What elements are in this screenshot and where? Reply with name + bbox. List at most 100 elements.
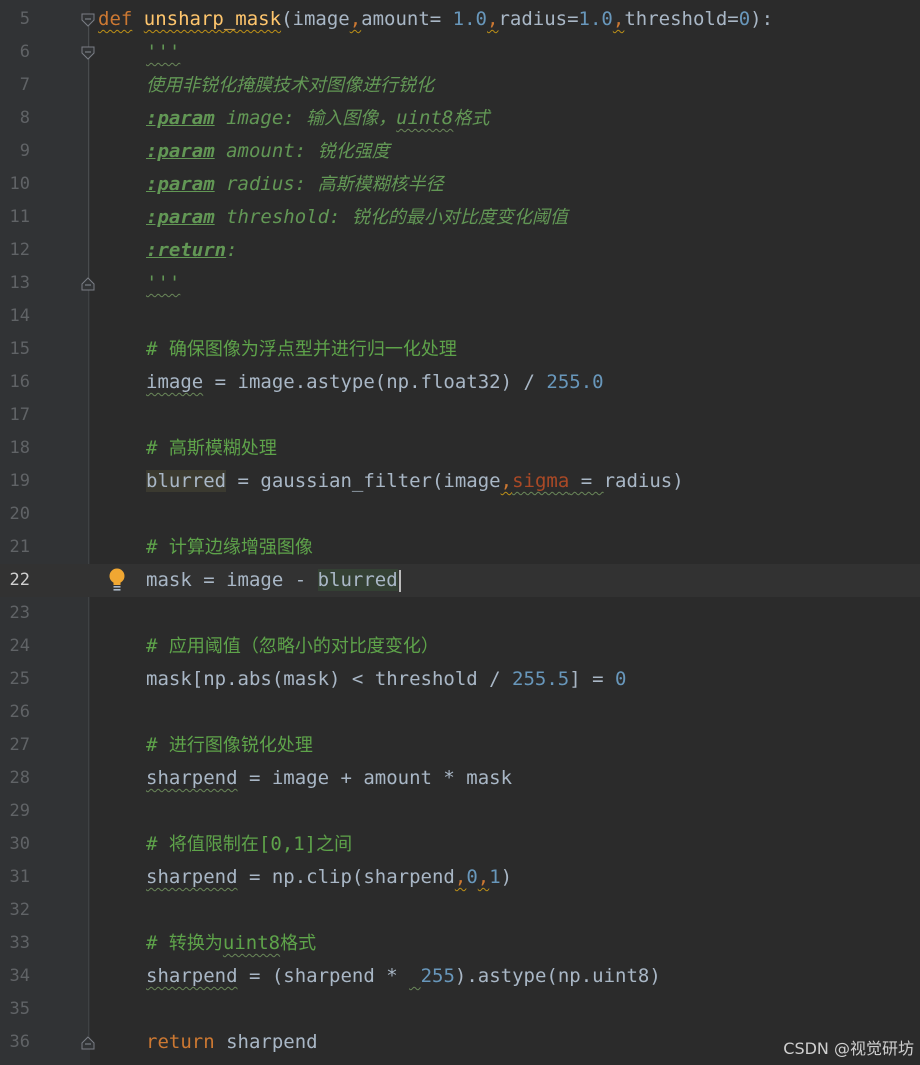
code-line-12[interactable]: 12 :return: [0,234,920,267]
code-line-19[interactable]: 19 blurred = gaussian_filter(image,sigma… [0,465,920,498]
code-line-21[interactable]: 21 # 计算边缘增强图像 [0,531,920,564]
token: radius) [603,470,684,492]
number: 1 [489,866,501,888]
docstring-tag: :param [146,107,215,129]
code-line-10[interactable]: 10 :param radius: 高斯模糊核半径 [0,168,920,201]
line-number: 13 [9,273,30,293]
code-text: :param amount: 锐化强度 [98,135,390,168]
comment-hash: # [146,833,169,855]
token: = (sharpend * [237,965,410,987]
code-line-36[interactable]: 36 return sharpend [0,1026,920,1059]
code-line-17[interactable]: 17 [0,399,920,432]
code-line-5[interactable]: 5 def unsharp_mask(image,amount= 1.0,rad… [0,3,920,36]
token: , [477,866,490,888]
docstring-param: amount: [214,140,318,162]
code-line-22[interactable]: 22 mask = image - blurred [0,564,920,597]
token: = [569,470,604,492]
comment-text: 高斯模糊处理 [168,438,277,459]
code-line-26[interactable]: 26 [0,696,920,729]
token: , [500,470,513,492]
code-line-7[interactable]: 7 使用非锐化掩膜技术对图像进行锐化 [0,69,920,102]
code-line-18[interactable]: 18 # 高斯模糊处理 [0,432,920,465]
code-line-31[interactable]: 31 sharpend = np.clip(sharpend,0,1) [0,861,920,894]
code-text: # 计算边缘增强图像 [98,531,313,564]
code-line-20[interactable]: 20 [0,498,920,531]
code-line-27[interactable]: 27 # 进行图像锐化处理 [0,729,920,762]
line-number: 24 [9,636,30,656]
token: blurred [317,569,398,591]
docstring-tag: :param [146,206,215,228]
docstring-quote: ''' [146,41,181,63]
line-number: 14 [9,306,30,326]
code-line-35[interactable]: 35 [0,993,920,1026]
code-text: ''' [98,36,180,69]
line-number: 18 [9,438,30,458]
token: mask = image - [146,569,318,591]
keyword-return: return [146,1031,215,1053]
code-text: return sharpend [98,1026,318,1059]
token: (image [281,8,350,30]
code-text: mask[np.abs(mask) < threshold / 255.5] =… [98,663,626,696]
code-editor[interactable]: 5 def unsharp_mask(image,amount= 1.0,rad… [0,0,920,1065]
code-line-25[interactable]: 25 mask[np.abs(mask) < threshold / 255.5… [0,663,920,696]
code-line-9[interactable]: 9 :param amount: 锐化强度 [0,135,920,168]
fold-icon[interactable] [81,46,95,60]
code-text: # 应用阈值（忽略小的对比度变化） [98,630,439,663]
code-line-28[interactable]: 28 sharpend = image + amount * mask [0,762,920,795]
line-number: 25 [9,669,30,689]
docstring-param: threshold: [214,206,352,228]
line-number: 36 [9,1032,30,1052]
fold-icon[interactable] [81,1036,95,1050]
line-number: 11 [9,207,30,227]
token: = gaussian_filter(image [226,470,501,492]
token: image [146,371,204,393]
code-line-29[interactable]: 29 [0,795,920,828]
number: 0 [466,866,478,888]
code-line-8[interactable]: 8 :param image: 输入图像，uint8格式 [0,102,920,135]
number: 255 [420,965,455,987]
docstring-tag: :return [146,239,227,261]
code-line-30[interactable]: 30 # 将值限制在[0,1]之间 [0,828,920,861]
line-number: 16 [9,372,30,392]
line-number: 17 [9,405,30,425]
code-line-13[interactable]: 13 ''' [0,267,920,300]
comment-hash: # [146,536,169,558]
token: = image.astype(np.float32) / [203,371,547,393]
token: ) [500,866,513,888]
code-line-24[interactable]: 24 # 应用阈值（忽略小的对比度变化） [0,630,920,663]
code-text: ''' [98,267,180,300]
docstring-text: 锐化强度 [317,141,390,162]
fold-icon[interactable] [81,13,95,27]
docstring-text: 高斯模糊核半径 [317,174,444,195]
docstring-text: 输入图像， [306,108,397,129]
code-line-15[interactable]: 15 # 确保图像为浮点型并进行归一化处理 [0,333,920,366]
line-number: 33 [9,933,30,953]
code-text: :param image: 输入图像，uint8格式 [98,102,489,135]
code-line-34[interactable]: 34 sharpend = (sharpend * 255).astype(np… [0,960,920,993]
line-number: 19 [9,471,30,491]
line-number: 29 [9,801,30,821]
token: sharpend [146,965,238,987]
token: = image + amount * mask [237,767,513,789]
code-line-6[interactable]: 6 ''' [0,36,920,69]
number: 0 [615,668,627,690]
token: 0 [738,8,751,30]
code-line-16[interactable]: 16 image = image.astype(np.float32) / 25… [0,366,920,399]
docstring-quote: ''' [146,272,181,294]
line-number: 30 [9,834,30,854]
code-line-32[interactable]: 32 [0,894,920,927]
number: 255.5 [512,668,570,690]
code-line-11[interactable]: 11 :param threshold: 锐化的最小对比度变化阈值 [0,201,920,234]
code-line-23[interactable]: 23 [0,597,920,630]
function-name: unsharp_mask [143,8,282,30]
token: 1.0 [578,8,613,30]
fold-icon[interactable] [81,277,95,291]
code-line-33[interactable]: 33 # 转换为uint8格式 [0,927,920,960]
comment-text: 确保图像为浮点型并进行归一化处理 [168,339,457,360]
token: blurred [146,470,227,492]
code-line-14[interactable]: 14 [0,300,920,333]
docstring-text: uint8 [396,107,454,129]
line-number: 34 [9,966,30,986]
comment-text: 转换为 [168,933,223,954]
line-number: 6 [19,42,30,62]
